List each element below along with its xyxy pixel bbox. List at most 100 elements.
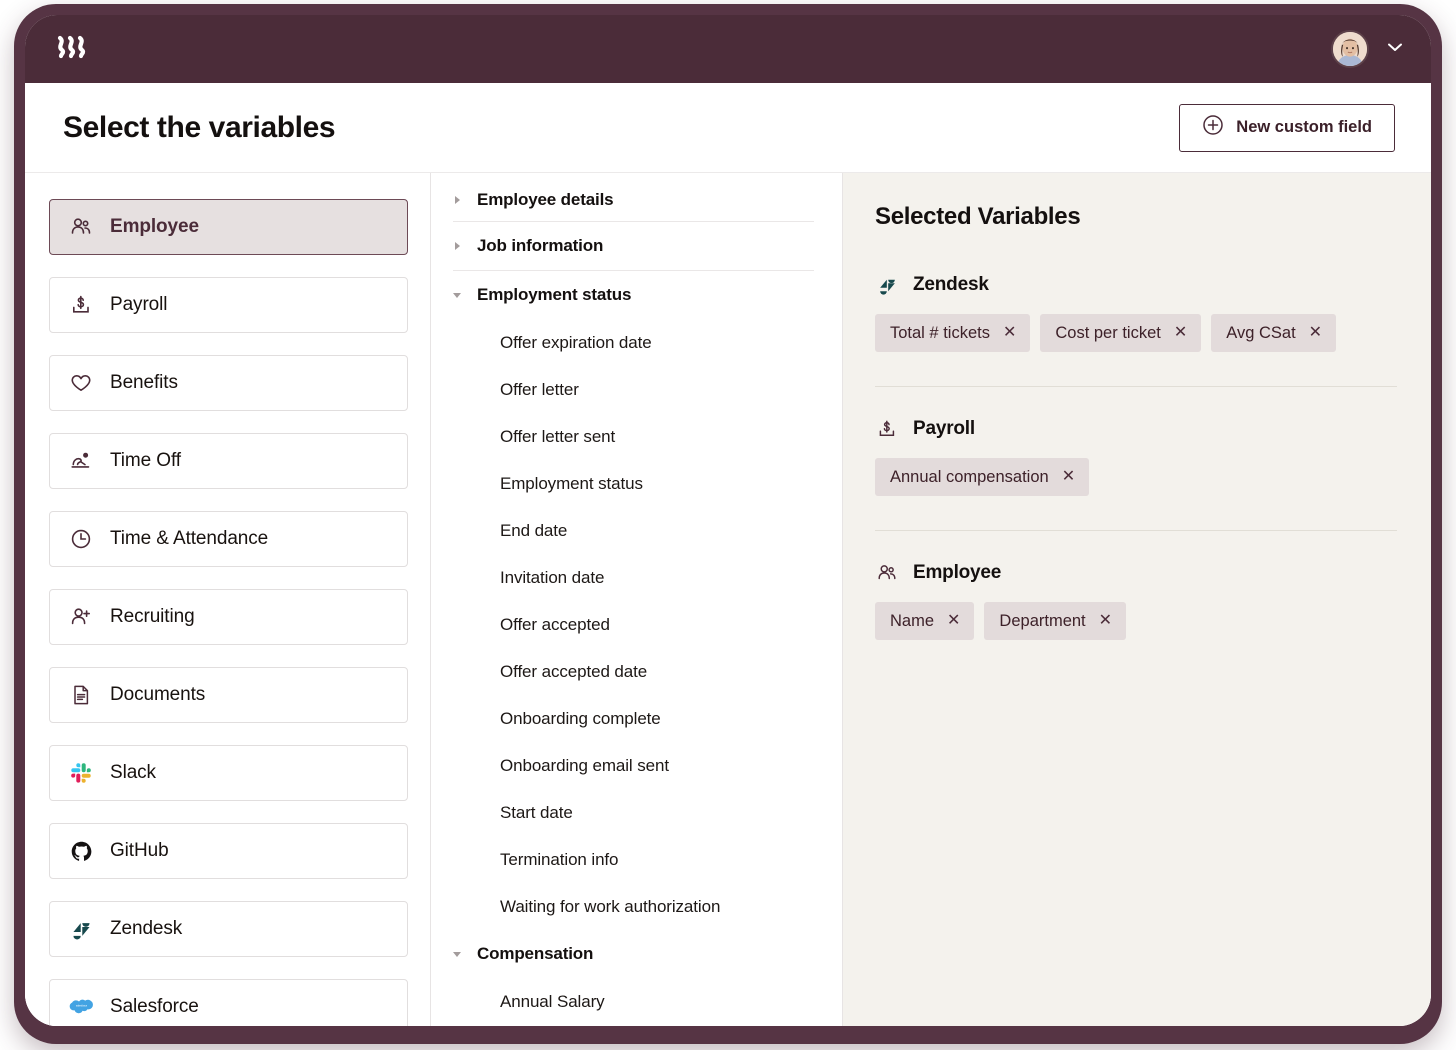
chip-label: Department xyxy=(999,611,1086,630)
tree-item[interactable]: Employment status xyxy=(453,460,814,507)
selected-chip[interactable]: Department ✕ xyxy=(984,602,1127,640)
tree-group-employment-status[interactable]: Employment status xyxy=(453,271,814,319)
sidebar-item-documents[interactable]: Documents xyxy=(49,667,408,723)
tree-group-job-information[interactable]: Job information xyxy=(453,222,814,270)
chip-label: Total # tickets xyxy=(890,323,990,342)
tree-item[interactable]: Annual Salary xyxy=(453,978,814,1025)
tree-item[interactable]: Onboarding complete xyxy=(453,695,814,742)
sidebar-item-employee[interactable]: Employee xyxy=(49,199,408,255)
selected-chip[interactable]: Cost per ticket ✕ xyxy=(1040,314,1202,352)
sidebar-item-label: Salesforce xyxy=(110,996,199,1017)
sidebar-item-label: Benefits xyxy=(110,372,178,393)
slack-icon xyxy=(68,760,94,786)
chevron-right-icon xyxy=(453,241,463,251)
chip-remove-icon[interactable]: ✕ xyxy=(1174,325,1187,341)
user-avatar[interactable] xyxy=(1331,30,1369,68)
tree-item[interactable]: Termination info xyxy=(453,836,814,883)
variables-tree: Employee details Job information Employm… xyxy=(430,173,843,1026)
sidebar-item-label: Recruiting xyxy=(110,606,195,627)
tree-item[interactable]: Offer accepted date xyxy=(453,648,814,695)
github-icon xyxy=(68,838,94,864)
selected-variables-panel: Selected Variables Zendesk Total # ticke… xyxy=(843,173,1431,1026)
tree-group-label: Compensation xyxy=(477,944,594,963)
tree-item[interactable]: Offer letter sent xyxy=(453,413,814,460)
plus-circle-icon xyxy=(1202,114,1224,141)
sidebar-item-salesforce[interactable]: salesforce Salesforce xyxy=(49,979,408,1026)
selected-group-label: Zendesk xyxy=(913,274,989,295)
chevron-down-icon[interactable] xyxy=(1385,37,1405,62)
tree-item[interactable]: Offer accepted xyxy=(453,601,814,648)
tree-group-label: Job information xyxy=(477,236,604,255)
chip-row: Total # tickets ✕ Cost per ticket ✕ Avg … xyxy=(875,314,1397,352)
tree-item[interactable]: Onboarding email sent xyxy=(453,742,814,789)
selected-group-label: Payroll xyxy=(913,418,975,439)
people-icon xyxy=(875,561,899,585)
chevron-down-icon xyxy=(453,290,463,300)
chevron-down-icon xyxy=(453,949,463,959)
tree-group-compensation[interactable]: Compensation xyxy=(453,930,814,978)
sidebar-item-slack[interactable]: Slack xyxy=(49,745,408,801)
sidebar-item-label: Payroll xyxy=(110,294,168,315)
rippling-logo[interactable] xyxy=(55,34,89,65)
sidebar-item-label: Time Off xyxy=(110,450,181,471)
zendesk-icon xyxy=(875,273,899,297)
chip-remove-icon[interactable]: ✕ xyxy=(1309,325,1322,341)
new-custom-field-button[interactable]: New custom field xyxy=(1179,103,1395,152)
tree-item[interactable]: Waiting for work authorization xyxy=(453,883,814,930)
sidebar-item-github[interactable]: GitHub xyxy=(49,823,408,879)
chip-remove-icon[interactable]: ✕ xyxy=(1062,469,1075,485)
selected-group-zendesk: Zendesk Total # tickets ✕ Cost per ticke… xyxy=(875,273,1397,352)
category-sidebar: Employee Payroll Benefits Time Off Time … xyxy=(25,173,430,1026)
sidebar-item-time-attendance[interactable]: Time & Attendance xyxy=(49,511,408,567)
tree-item[interactable]: End date xyxy=(453,507,814,554)
chip-row: Name ✕ Department ✕ xyxy=(875,602,1397,640)
tree-group-label: Employment status xyxy=(477,285,632,304)
tree-item[interactable]: Offer letter xyxy=(453,366,814,413)
page-header: Select the variables New custom field xyxy=(25,83,1431,173)
chip-remove-icon[interactable]: ✕ xyxy=(1003,325,1016,341)
chip-label: Name xyxy=(890,611,935,630)
selected-group-header: Zendesk xyxy=(875,273,1397,297)
device-frame: Select the variables New custom field Em… xyxy=(14,4,1442,1044)
chip-label: Annual compensation xyxy=(890,467,1049,486)
people-icon xyxy=(68,214,94,240)
selected-group-employee: Employee Name ✕ Department ✕ xyxy=(875,561,1397,640)
selected-chip[interactable]: Avg CSat ✕ xyxy=(1211,314,1337,352)
app-window: Select the variables New custom field Em… xyxy=(25,15,1431,1026)
salesforce-icon: salesforce xyxy=(68,994,94,1020)
sidebar-item-zendesk[interactable]: Zendesk xyxy=(49,901,408,957)
chip-remove-icon[interactable]: ✕ xyxy=(947,613,960,629)
sidebar-item-recruiting[interactable]: Recruiting xyxy=(49,589,408,645)
sidebar-item-time-off[interactable]: Time Off xyxy=(49,433,408,489)
tree-group-employee-details[interactable]: Employee details xyxy=(453,173,814,221)
person-relax-icon xyxy=(68,448,94,474)
main-body: Employee Payroll Benefits Time Off Time … xyxy=(25,173,1431,1026)
chip-remove-icon[interactable]: ✕ xyxy=(1099,613,1112,629)
sidebar-item-label: Documents xyxy=(110,684,206,705)
sidebar-item-label: GitHub xyxy=(110,840,169,861)
page-title: Select the variables xyxy=(63,110,336,144)
tree-item[interactable]: Invitation date xyxy=(453,554,814,601)
selected-chip[interactable]: Name ✕ xyxy=(875,602,975,640)
dollar-tray-icon xyxy=(875,417,899,441)
new-custom-field-label: New custom field xyxy=(1236,118,1372,136)
zendesk-icon xyxy=(68,916,94,942)
sidebar-item-label: Slack xyxy=(110,762,156,783)
selected-group-payroll: Payroll Annual compensation ✕ xyxy=(875,417,1397,496)
selected-chip[interactable]: Annual compensation ✕ xyxy=(875,458,1090,496)
selected-variables-title: Selected Variables xyxy=(875,203,1081,230)
app-bar xyxy=(25,15,1431,83)
tree-item[interactable]: Start date xyxy=(453,789,814,836)
sidebar-item-label: Time & Attendance xyxy=(110,528,269,549)
tree-item[interactable]: Offer expiration date xyxy=(453,319,814,366)
sidebar-item-label: Employee xyxy=(110,216,199,237)
selected-chip[interactable]: Total # tickets ✕ xyxy=(875,314,1031,352)
sidebar-item-label: Zendesk xyxy=(110,918,183,939)
selected-group-header: Employee xyxy=(875,561,1397,585)
chevron-right-icon xyxy=(453,195,463,205)
sidebar-item-payroll[interactable]: Payroll xyxy=(49,277,408,333)
sidebar-item-benefits[interactable]: Benefits xyxy=(49,355,408,411)
selected-group-label: Employee xyxy=(913,562,1002,583)
document-icon xyxy=(68,682,94,708)
tree-group-label: Employee details xyxy=(477,190,614,209)
